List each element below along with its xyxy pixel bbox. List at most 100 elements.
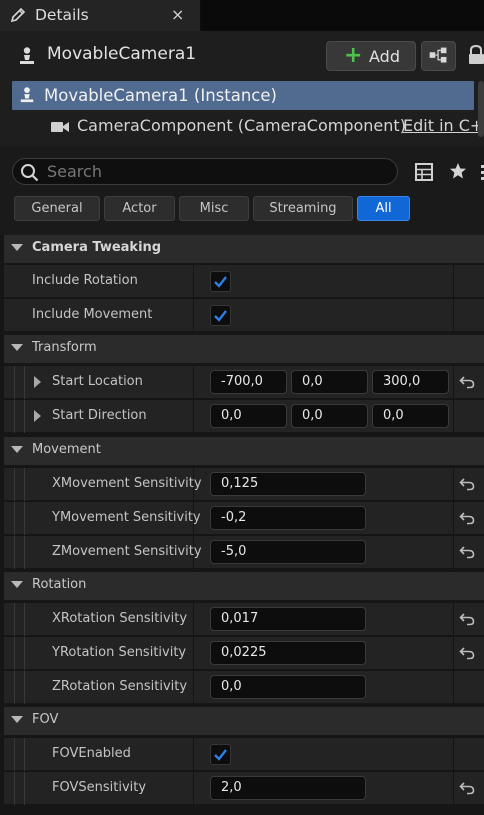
search-area: General Actor Misc Streaming All (0, 147, 484, 235)
filter-misc[interactable]: Misc (179, 196, 249, 221)
start-direction-z-field[interactable]: 0,0 (372, 404, 449, 428)
details-header: MovableCamera1 + Add MovableCamera1 (Ins… (0, 31, 484, 147)
collapse-arrow-icon (11, 244, 23, 251)
property-row-start-direction: Start Direction 0,0 0,0 0,0 (4, 399, 484, 433)
filter-actor[interactable]: Actor (104, 196, 175, 221)
category-camera-tweaking[interactable]: Camera Tweaking (4, 235, 484, 263)
indent-guide (14, 502, 25, 535)
close-icon[interactable]: × (171, 5, 184, 24)
reset-cell (453, 265, 484, 298)
actor-name[interactable]: MovableCamera1 (47, 44, 196, 64)
blueprint-button[interactable] (421, 41, 456, 71)
tab-details[interactable]: Details × (0, 0, 201, 31)
property-label: ZMovement Sensitivity (52, 544, 202, 559)
filter-bar: General Actor Misc Streaming All (0, 196, 484, 222)
search-input[interactable] (47, 161, 387, 182)
property-label: Start Location (52, 374, 143, 389)
include-rotation-checkbox[interactable] (210, 271, 231, 292)
expand-arrow-icon[interactable] (34, 410, 41, 422)
include-movement-checkbox[interactable] (210, 305, 231, 326)
component-tree: MovableCamera1 (Instance) CameraComponen… (10, 80, 483, 142)
indent-guide (14, 603, 25, 636)
indent-guide (14, 400, 25, 433)
indent-guide (14, 671, 25, 704)
property-row-include-movement: Include Movement (4, 298, 484, 332)
fov-enabled-checkbox[interactable] (210, 744, 231, 765)
reset-arrow-icon[interactable] (459, 374, 475, 390)
star-icon[interactable] (449, 162, 467, 180)
property-row-fov-enabled: FOVEnabled (4, 737, 484, 771)
reset-arrow-icon[interactable] (459, 476, 475, 492)
search-box (12, 158, 398, 185)
indent-guide (14, 637, 25, 670)
indent-guide (14, 772, 25, 805)
tree-scrollbar[interactable] (478, 81, 484, 137)
zrotation-sensitivity-field[interactable]: 0,0 (210, 675, 366, 699)
pencil-icon (10, 7, 26, 23)
reset-cell (453, 299, 484, 332)
property-row-fov-sensitivity: FOVSensitivity 2,0 (4, 771, 484, 805)
property-label: FOVEnabled (52, 746, 131, 761)
tree-item-instance[interactable]: MovableCamera1 (Instance) (12, 81, 474, 110)
reset-cell (453, 400, 484, 433)
filter-all[interactable]: All (357, 196, 410, 221)
expand-arrow-icon[interactable] (34, 376, 41, 388)
filter-general[interactable]: General (14, 196, 100, 221)
reset-arrow-icon[interactable] (459, 510, 475, 526)
xmovement-sensitivity-field[interactable]: 0,125 (210, 472, 366, 496)
camera-icon (51, 122, 69, 132)
category-label: Transform (32, 340, 97, 355)
property-row-zrotation: ZRotation Sensitivity 0,0 (4, 670, 484, 704)
checkmark-icon (214, 276, 227, 288)
indent-guide (14, 738, 25, 771)
edit-in-cpp-link[interactable]: Edit in C+ (403, 116, 483, 135)
category-label: Rotation (32, 577, 87, 592)
collapse-arrow-icon (11, 716, 23, 723)
add-plus-icon: + (344, 43, 363, 68)
property-label: Include Movement (32, 307, 153, 322)
xrotation-sensitivity-field[interactable]: 0,017 (210, 607, 366, 631)
start-location-x-field[interactable]: -700,0 (210, 370, 287, 394)
tab-title: Details (35, 6, 89, 24)
property-label: YRotation Sensitivity (52, 645, 187, 660)
indent-guide (14, 468, 25, 501)
start-location-y-field[interactable]: 0,0 (291, 370, 368, 394)
filter-streaming[interactable]: Streaming (253, 196, 353, 221)
property-label: XRotation Sensitivity (52, 611, 188, 626)
start-location-z-field[interactable]: 300,0 (372, 370, 449, 394)
yrotation-sensitivity-field[interactable]: 0,0225 (210, 641, 366, 665)
category-transform[interactable]: Transform (4, 335, 484, 363)
property-row-start-location: Start Location -700,0 0,0 300,0 (4, 365, 484, 399)
collapse-arrow-icon (11, 581, 23, 588)
collapse-arrow-icon (11, 344, 23, 351)
more-icon[interactable] (480, 163, 484, 181)
table-view-icon[interactable] (415, 163, 433, 181)
start-direction-x-field[interactable]: 0,0 (210, 404, 287, 428)
fov-sensitivity-field[interactable]: 2,0 (210, 776, 366, 800)
property-label: Start Direction (52, 408, 147, 423)
actor-icon (20, 47, 34, 64)
reset-arrow-icon[interactable] (459, 645, 475, 661)
category-movement[interactable]: Movement (4, 437, 484, 465)
zmovement-sensitivity-field[interactable]: -5,0 (210, 540, 366, 564)
lock-icon[interactable] (467, 43, 484, 67)
reset-cell (453, 671, 484, 704)
add-component-button[interactable]: + Add (326, 41, 416, 71)
reset-cell (453, 738, 484, 771)
category-rotation[interactable]: Rotation (4, 572, 484, 600)
start-direction-y-field[interactable]: 0,0 (291, 404, 368, 428)
reset-arrow-icon[interactable] (459, 544, 475, 560)
category-label: Camera Tweaking (32, 240, 162, 255)
property-label: Include Rotation (32, 273, 138, 288)
property-row-xrotation: XRotation Sensitivity 0,017 (4, 602, 484, 636)
reset-arrow-icon[interactable] (459, 780, 475, 796)
add-button-label: Add (369, 47, 400, 66)
tab-bar: Details × (0, 0, 484, 31)
property-row-zmovement: ZMovement Sensitivity -5,0 (4, 535, 484, 569)
ymovement-sensitivity-field[interactable]: -0,2 (210, 506, 366, 530)
property-label: XMovement Sensitivity (52, 476, 202, 491)
category-fov[interactable]: FOV (4, 707, 484, 735)
property-row-include-rotation: Include Rotation (4, 264, 484, 298)
checkmark-icon (214, 310, 227, 322)
reset-arrow-icon[interactable] (459, 611, 475, 627)
